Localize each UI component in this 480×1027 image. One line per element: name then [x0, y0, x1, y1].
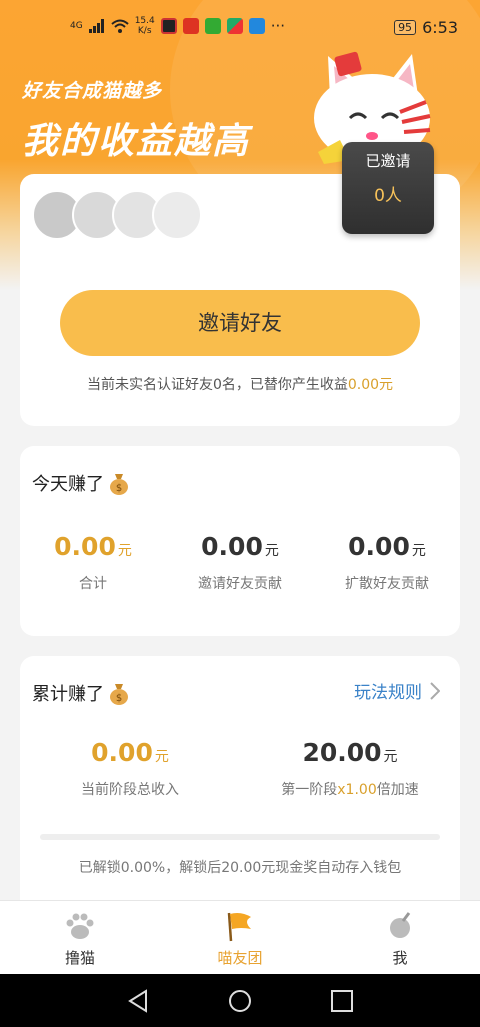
- invited-count: 0人: [374, 186, 402, 206]
- total-title: 累计赚了 $: [32, 680, 130, 706]
- home-icon[interactable]: [227, 988, 253, 1014]
- wifi-icon: [111, 19, 129, 33]
- today-spread-value: 0.00 元: [348, 532, 426, 561]
- chevron-right-icon: [430, 681, 440, 700]
- today-invite-label: 邀请好友贡献: [198, 576, 282, 592]
- network-speed: 15.4 K/s: [134, 16, 155, 36]
- game-rules-link[interactable]: 玩法规则: [354, 678, 440, 703]
- stage-income-value: 0.00 元: [91, 738, 169, 767]
- bottom-tab-bar: 撸猫 喵友团 我: [0, 900, 480, 974]
- signal-icon: [88, 19, 104, 33]
- tab-me[interactable]: 我: [340, 909, 460, 968]
- stage-target-label: 第一阶段x1.00倍加速: [281, 782, 419, 798]
- app-notification-icon: [226, 18, 243, 34]
- stage-target-value: 20.00 元: [302, 738, 398, 767]
- status-left: 4G 15.4 K/s ···: [70, 16, 285, 36]
- invited-count-badge: 已邀请 0人: [342, 142, 434, 234]
- svg-text:$: $: [116, 693, 122, 704]
- stage-income-label: 当前阶段总收入: [81, 782, 179, 798]
- svg-text:$: $: [116, 483, 122, 494]
- app-notification-icon: [182, 18, 199, 34]
- clock: 6:53: [422, 18, 458, 37]
- flag-icon: [227, 912, 251, 942]
- today-title: 今天赚了 $: [32, 470, 130, 496]
- total-earnings-card: 累计赚了 $ 玩法规则 0.00 元 当前阶段总收入 20.00 元 第一阶段x1.…: [20, 656, 460, 916]
- network-type: 4G: [70, 20, 83, 31]
- invited-label: 已邀请: [365, 152, 411, 170]
- today-earnings-card: 今天赚了 $ 0.00 元 合计 0.00 元 邀请好友贡献 0.00 元 扩散好友贡…: [20, 446, 460, 636]
- recents-icon[interactable]: [329, 988, 355, 1014]
- money-bag-icon: $: [110, 684, 128, 705]
- slogan-large: 我的收益越高: [22, 121, 251, 162]
- system-nav-bar: [0, 974, 480, 1027]
- app-notification-icon: [160, 18, 177, 34]
- unlock-note: 已解锁0.00%，解锁后20.00元现金奖自动存入钱包: [78, 860, 402, 876]
- more-notifications-icon: ···: [270, 17, 286, 35]
- money-bag-icon: $: [110, 474, 128, 495]
- battery-icon: 95: [394, 20, 417, 35]
- slogan-small: 好友合成猫越多: [22, 80, 163, 102]
- profile-icon: [390, 912, 411, 938]
- today-total-value: 0.00 元: [54, 532, 132, 561]
- status-right: 95 6:53: [394, 18, 458, 37]
- today-invite-value: 0.00 元: [201, 532, 279, 561]
- invite-earnings-note: 当前未实名认证好友0名，已替你产生收益0.00元: [86, 377, 394, 393]
- stage-income-stat: 0.00 元 当前阶段总收入: [20, 738, 240, 799]
- tab-pet-cat[interactable]: 撸猫: [20, 909, 140, 968]
- today-total-stat: 0.00 元 合计: [20, 532, 166, 593]
- app-notification-icon: [248, 18, 265, 34]
- back-icon[interactable]: [126, 988, 152, 1014]
- app-notification-icon: [204, 18, 221, 34]
- stage-target-stat: 20.00 元 第一阶段x1.00倍加速: [240, 738, 460, 799]
- today-spread-label: 扩散好友贡献: [345, 576, 429, 592]
- unlock-progress-bar: [40, 834, 440, 840]
- today-spread-stat: 0.00 元 扩散好友贡献: [314, 532, 460, 593]
- tab-cat-friends[interactable]: 喵友团: [180, 909, 300, 968]
- paw-icon: [66, 913, 94, 939]
- avatar-placeholder: [152, 190, 202, 240]
- today-invite-stat: 0.00 元 邀请好友贡献: [166, 532, 314, 593]
- invite-friends-button[interactable]: 邀请好友: [60, 290, 420, 356]
- invite-earnings-amount: 0.00元: [347, 377, 394, 393]
- today-total-label: 合计: [79, 576, 107, 592]
